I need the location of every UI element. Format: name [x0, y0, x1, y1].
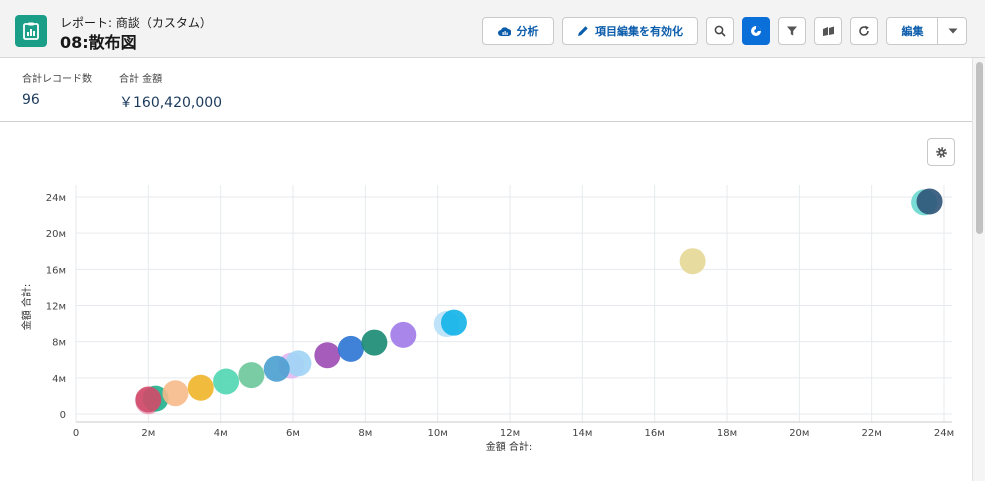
report-header: レポート: 商談（カスタム） 08:散布図 分析 項目編集を有効化 編集 — [0, 0, 985, 58]
y-axis-label: 金額 合計: — [20, 284, 33, 331]
y-tick-label: 0 — [60, 410, 66, 421]
chart-settings-button[interactable] — [927, 138, 955, 166]
scatter-point[interactable] — [916, 188, 943, 215]
search-icon — [714, 25, 726, 37]
y-tick-label: 24м — [46, 193, 66, 204]
x-tick-label: 12м — [500, 428, 520, 439]
x-tick-label: 2м — [141, 428, 155, 439]
record-count-value: 96 — [22, 92, 40, 108]
filter-button[interactable] — [778, 17, 806, 45]
x-tick-label: 8м — [358, 428, 372, 439]
pencil-icon — [578, 26, 588, 36]
scatter-point[interactable] — [263, 355, 290, 382]
shapes-button[interactable] — [814, 17, 842, 45]
x-tick-label: 20м — [789, 428, 809, 439]
x-tick-label: 16м — [645, 428, 665, 439]
edit-menu-button[interactable] — [938, 18, 967, 44]
total-amount-value: ￥160,420,000 — [119, 95, 223, 111]
x-axis-ticks: 0 2м 4м 6м 8м 10м 12м 14м 16м 18м 20м 22м 24м — [73, 428, 954, 439]
refresh-button[interactable] — [850, 17, 878, 45]
scatter-point[interactable] — [361, 329, 388, 356]
report-summary: 合計レコード数 96 合計 金額 ￥160,420,000 — [0, 58, 972, 122]
scatter-point[interactable] — [135, 386, 162, 413]
refresh-icon — [859, 25, 869, 36]
enable-inline-edit-button[interactable]: 項目編集を有効化 — [562, 17, 698, 45]
x-tick-label: 18м — [717, 428, 737, 439]
y-tick-label: 16м — [46, 265, 66, 276]
y-tick-label: 12м — [46, 302, 66, 313]
scatter-point[interactable] — [238, 362, 265, 389]
x-tick-label: 24м — [934, 428, 954, 439]
search-button[interactable] — [706, 17, 734, 45]
scatter-point[interactable] — [162, 380, 189, 407]
y-axis-ticks: 0 4м 8м 12м 16м 20м 24м — [46, 193, 66, 421]
filter-icon — [787, 26, 797, 36]
scatter-point[interactable] — [440, 309, 467, 336]
record-count-label: 合計レコード数 — [22, 74, 92, 85]
x-axis-label: 金額 合計: — [486, 440, 533, 453]
scatter-point[interactable] — [285, 350, 312, 377]
y-tick-label: 8м — [52, 338, 66, 349]
x-tick-label: 22м — [862, 428, 882, 439]
page-title: 08:散布図 — [60, 33, 137, 52]
analyze-button[interactable]: 分析 — [482, 17, 554, 45]
analyze-button-label: 分析 — [516, 25, 539, 38]
chart-toggle-button[interactable] — [742, 17, 770, 45]
gear-icon — [935, 146, 947, 158]
x-tick-label: 6м — [286, 428, 300, 439]
pie-chart-icon — [751, 26, 761, 36]
x-tick-label: 14м — [572, 428, 592, 439]
y-tick-label: 20м — [46, 229, 66, 240]
scrollbar-thumb[interactable] — [976, 62, 983, 234]
page-scrollbar[interactable] — [972, 58, 985, 481]
x-tick-label: 0 — [73, 428, 79, 439]
scatter-points — [135, 188, 943, 415]
chart-panel: 0 2м 4м 6м 8м 10м 12м 14м 16м 18м 20м 22м 24м 0 4м 8м 1… — [0, 123, 972, 481]
scatter-point[interactable] — [337, 335, 364, 362]
scatter-point[interactable] — [314, 342, 341, 369]
x-tick-label: 10м — [428, 428, 448, 439]
scatter-point[interactable] — [213, 368, 240, 395]
total-amount-label: 合計 金額 — [119, 74, 163, 85]
scatter-point[interactable] — [187, 374, 214, 401]
shapes-icon — [822, 26, 834, 36]
enable-inline-edit-label: 項目編集を有効化 — [595, 25, 683, 38]
scatter-point[interactable] — [390, 321, 417, 348]
edit-button[interactable]: 編集 — [887, 23, 938, 39]
report-app-icon — [15, 15, 47, 47]
scatter-point[interactable] — [679, 248, 706, 275]
x-tick-label: 4м — [214, 428, 228, 439]
analytics-cloud-icon — [497, 27, 511, 36]
chevron-down-icon — [948, 28, 957, 34]
y-tick-label: 4м — [52, 374, 66, 385]
edit-button-group: 編集 — [886, 17, 967, 45]
scatter-chart: 0 2м 4м 6м 8м 10м 12м 14м 16м 18м 20м 22м 24м 0 4м 8м 1… — [20, 185, 954, 453]
